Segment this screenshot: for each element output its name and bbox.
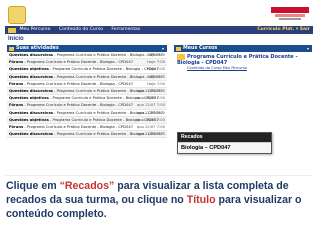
- activity-row[interactable]: Fóruns - Programa Currículo e Prática Do…: [7, 102, 167, 110]
- institution-logo: [271, 7, 309, 21]
- activity-row[interactable]: Fóruns - Programa Currículo e Prática Do…: [7, 59, 167, 67]
- activity-type[interactable]: Questões discursivas: [9, 53, 53, 57]
- nav-item-conteudo[interactable]: Conteúdo do Curso: [59, 27, 103, 32]
- activity-time: Hoje 7:00: [147, 60, 165, 65]
- activity-type[interactable]: Questões objetivas: [9, 67, 49, 71]
- course-links[interactable]: Conteúdo do Curso Meu Percurso: [174, 66, 312, 70]
- collapse-icon[interactable]: ▾: [162, 45, 164, 52]
- activity-time: qua 12/07 7:00: [136, 110, 165, 115]
- activity-type[interactable]: Questões discursivas: [9, 75, 53, 79]
- recados-link[interactable]: Recados: [178, 133, 271, 142]
- activity-course: - Programa Currículo e Prática Docente -…: [48, 67, 159, 72]
- activity-type[interactable]: Fóruns: [9, 60, 23, 64]
- activity-time: qua 12/07 7:00: [136, 103, 165, 108]
- activity-row[interactable]: Questões discursivas - Programa Currícul…: [7, 73, 167, 81]
- activity-type[interactable]: Fóruns: [9, 125, 23, 129]
- activities-list: Questões discursivas - Programa Currícul…: [7, 52, 167, 139]
- activity-row[interactable]: Questões discursivas - Programa Currícul…: [7, 110, 167, 117]
- activity-type[interactable]: Questões objetivas: [9, 118, 49, 122]
- my-courses-header: Meus Cursos ▾: [174, 45, 312, 52]
- activity-type[interactable]: Questões objetivas: [9, 96, 49, 100]
- activity-type[interactable]: Questões discursivas: [9, 111, 53, 115]
- activity-row[interactable]: Questões discursivas - Programa Currícul…: [7, 52, 167, 60]
- activity-time: qua 12/07 7:00: [136, 88, 165, 93]
- activity-row[interactable]: Questões objetivas - Programa Currículo …: [7, 95, 167, 103]
- course-title-text[interactable]: Programa Currículo e Prática Docente - B…: [177, 54, 298, 66]
- instruction-caption: Clique em “Recados” para visualizar a li…: [6, 179, 314, 221]
- top-header: [5, 4, 313, 26]
- main-nav: Meu Percurso Conteúdo do Curso Ferrament…: [5, 26, 313, 34]
- activity-course: - Programa Currículo e Prática Docente -…: [23, 124, 134, 129]
- activity-row[interactable]: Fóruns - Programa Currículo e Prática Do…: [7, 124, 167, 132]
- activity-row[interactable]: Questões discursivas - Programa Currícul…: [7, 131, 167, 139]
- activity-time: qua 12/07 7:00: [136, 124, 165, 129]
- nav-item-meu-percurso[interactable]: Meu Percurso: [19, 27, 50, 32]
- activity-course: - Programa Currículo e Prática Docente -…: [23, 103, 134, 108]
- caption-highlight-titulo: Título: [186, 194, 216, 206]
- activities-header-label: Suas atividades: [16, 46, 59, 51]
- nav-item-ferramentas[interactable]: Ferramentas: [111, 27, 140, 32]
- activity-type[interactable]: Questões discursivas: [9, 89, 53, 93]
- course-title-link[interactable]: Programa Currículo e Prática Docente - B…: [174, 52, 312, 66]
- page-title: Início: [8, 36, 24, 42]
- caption-text-1: Clique em: [6, 180, 60, 192]
- home-icon[interactable]: [8, 27, 16, 33]
- caption-highlight-recados: “Recados”: [59, 180, 115, 192]
- activity-time: qua 12/07 7:00: [136, 132, 165, 137]
- collapse-icon[interactable]: ▾: [307, 45, 309, 52]
- user-menu[interactable]: Currículo Plat. ▾ Sair: [257, 26, 310, 34]
- folder-icon: [176, 46, 181, 51]
- activity-row[interactable]: Questões objetivas - Programa Currículo …: [7, 66, 167, 74]
- activity-row[interactable]: Fóruns - Programa Currículo e Prática Do…: [7, 81, 167, 88]
- activity-time: Hoje 7:00: [147, 74, 165, 79]
- platform-logo: [8, 6, 26, 24]
- my-courses-header-label: Meus Cursos: [183, 46, 218, 51]
- activity-type[interactable]: Fóruns: [9, 82, 23, 86]
- activity-time: Hoje 7:00: [147, 53, 165, 57]
- activity-time: Hoje 7:00: [147, 81, 165, 86]
- activity-course: - Programa Currículo e Prática Docente -…: [23, 81, 134, 86]
- activity-time: qua 12/07 7:00: [136, 117, 165, 122]
- activity-row[interactable]: Questões discursivas - Programa Currícul…: [7, 87, 167, 96]
- activity-time: Hoje 7:00: [147, 67, 165, 72]
- activities-panel: Suas atividades ▾ Questões discursivas -…: [7, 45, 167, 169]
- activity-time: qua 12/07 7:00: [136, 96, 165, 101]
- recados-course-item[interactable]: Biologia – CPD047: [178, 142, 271, 153]
- folder-icon: [9, 46, 14, 51]
- activity-course: - Programa Currículo e Prática Docente -…: [23, 60, 134, 65]
- activity-type[interactable]: Fóruns: [9, 103, 23, 107]
- recados-popup: Recados Biologia – CPD047: [177, 132, 272, 154]
- activity-type[interactable]: Questões discursivas: [9, 132, 53, 136]
- activities-header: Suas atividades ▾: [7, 45, 167, 52]
- activity-row[interactable]: Questões objetivas - Programa Currículo …: [7, 116, 167, 124]
